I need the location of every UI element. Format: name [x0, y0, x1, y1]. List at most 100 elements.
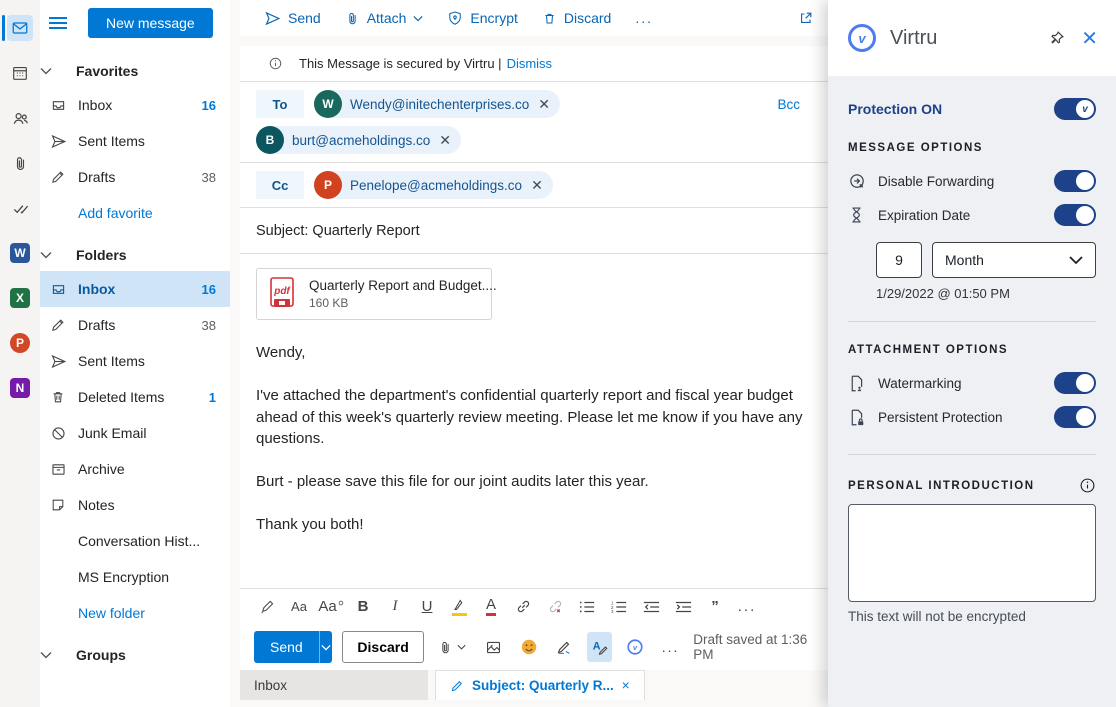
sidebar-item-deleted[interactable]: Deleted Items 1: [40, 379, 230, 415]
emoji-icon[interactable]: [516, 632, 541, 662]
close-tab-icon[interactable]: ×: [622, 678, 630, 693]
rail-people-icon[interactable]: [0, 98, 40, 138]
personal-introduction-textarea[interactable]: [848, 504, 1096, 602]
encrypt-toolbar-button[interactable]: Encrypt: [437, 5, 527, 31]
more-options-icon[interactable]: ...: [658, 632, 683, 662]
to-button[interactable]: To: [256, 90, 304, 118]
attachment-size: 160 KB: [309, 296, 497, 310]
sidebar-item-ms-encryption[interactable]: MS Encryption: [40, 559, 230, 595]
send-button[interactable]: Send: [254, 631, 319, 663]
lock-doc-icon: [848, 408, 878, 427]
disable-forwarding-toggle[interactable]: [1054, 170, 1096, 192]
favorites-header[interactable]: Favorites: [40, 55, 230, 87]
expiry-value-input[interactable]: [876, 242, 922, 278]
svg-text:v: v: [633, 643, 638, 652]
archive-icon: [40, 461, 76, 478]
remove-recipient-icon[interactable]: ✕: [439, 132, 451, 149]
font-color-icon[interactable]: A: [476, 593, 506, 621]
signature-pen-icon[interactable]: [552, 632, 577, 662]
quote-icon[interactable]: ”: [700, 593, 730, 621]
drafts-icon: [40, 169, 76, 185]
discard-button[interactable]: Discard: [342, 631, 423, 663]
sidebar-item-junk[interactable]: Junk Email: [40, 415, 230, 451]
recipient-chip[interactable]: B burt@acmeholdings.co ✕: [256, 126, 461, 154]
sidebar-item-favorites-drafts[interactable]: Drafts 38: [40, 159, 230, 195]
tab-draft-message[interactable]: Subject: Quarterly R... ×: [435, 670, 645, 700]
recipient-chip[interactable]: P Penelope@acmeholdings.co ✕: [314, 171, 553, 199]
sidebar-item-favorites-sent[interactable]: Sent Items: [40, 123, 230, 159]
persistent-protection-toggle[interactable]: [1054, 406, 1096, 428]
watermarking-toggle[interactable]: [1054, 372, 1096, 394]
dismiss-link[interactable]: Dismiss: [507, 56, 553, 71]
format-more-icon[interactable]: ...: [732, 593, 762, 621]
draft-count: 38: [202, 318, 230, 333]
rail-onenote-icon[interactable]: N: [0, 368, 40, 408]
groups-header[interactable]: Groups: [40, 639, 230, 671]
send-options-chevron[interactable]: [319, 631, 333, 663]
discard-toolbar-button[interactable]: Discard: [532, 5, 621, 31]
italic-icon[interactable]: I: [380, 593, 410, 621]
expiration-date-toggle[interactable]: [1054, 204, 1096, 226]
cc-button[interactable]: Cc: [256, 171, 304, 199]
sidebar-item-inbox[interactable]: Inbox 16: [40, 271, 230, 307]
expiry-datetime: 1/29/2022 @ 01:50 PM: [876, 286, 1096, 301]
formatting-toolbar: Aa Aa B I U A 123 ” ...: [240, 588, 828, 624]
sidebar-item-sent[interactable]: Sent Items: [40, 343, 230, 379]
add-favorite-link[interactable]: Add favorite: [40, 195, 230, 231]
format-painter-icon[interactable]: [252, 593, 282, 621]
decrease-indent-icon[interactable]: [636, 593, 666, 621]
expiry-unit-select[interactable]: Month: [932, 242, 1096, 278]
increase-indent-icon[interactable]: [668, 593, 698, 621]
rail-calendar-icon[interactable]: [0, 53, 40, 93]
bcc-link[interactable]: Bcc: [777, 97, 812, 112]
text-pen-highlighted-icon[interactable]: A: [587, 632, 612, 662]
toolbar-more-button[interactable]: ...: [625, 5, 663, 31]
new-message-button[interactable]: New message: [88, 8, 213, 38]
pin-icon[interactable]: [1048, 30, 1065, 47]
unlink-icon[interactable]: [540, 593, 570, 621]
info-icon[interactable]: [1079, 477, 1096, 494]
font-size-icon[interactable]: Aa: [316, 593, 346, 621]
close-panel-icon[interactable]: ✕: [1081, 26, 1098, 51]
rail-attachments-icon[interactable]: [0, 143, 40, 183]
info-icon: [268, 56, 283, 71]
rail-tasks-icon[interactable]: [0, 188, 40, 228]
tab-inbox[interactable]: Inbox: [240, 670, 428, 700]
rail-excel-icon[interactable]: X: [0, 278, 40, 318]
rail-powerpoint-icon[interactable]: P: [0, 323, 40, 363]
new-folder-link[interactable]: New folder: [40, 595, 230, 631]
sidebar-item-conversation-history[interactable]: Conversation Hist...: [40, 523, 230, 559]
sidebar-item-notes[interactable]: Notes: [40, 487, 230, 523]
sidebar-item-archive[interactable]: Archive: [40, 451, 230, 487]
pencil-icon: [450, 679, 464, 693]
link-icon[interactable]: [508, 593, 538, 621]
send-toolbar-button[interactable]: Send: [254, 5, 331, 32]
folders-header[interactable]: Folders: [40, 239, 230, 271]
remove-recipient-icon[interactable]: ✕: [531, 177, 543, 194]
hamburger-menu-icon[interactable]: [48, 16, 70, 30]
underline-icon[interactable]: U: [412, 593, 442, 621]
open-in-new-window-icon[interactable]: [798, 10, 814, 26]
insert-image-icon[interactable]: [481, 632, 506, 662]
bold-icon[interactable]: B: [348, 593, 378, 621]
bullet-list-icon[interactable]: [572, 593, 602, 621]
virtru-toggle-icon[interactable]: v: [622, 632, 647, 662]
rail-word-icon[interactable]: W: [0, 233, 40, 273]
svg-text:3: 3: [611, 609, 614, 614]
protection-toggle[interactable]: v: [1054, 98, 1096, 120]
sidebar-item-drafts[interactable]: Drafts 38: [40, 307, 230, 343]
attachment-card[interactable]: pdf Quarterly Report and Budget.... 160 …: [256, 268, 492, 320]
subject-field[interactable]: Subject: Quarterly Report: [240, 208, 828, 254]
divider: [848, 454, 1096, 455]
numbered-list-icon[interactable]: 123: [604, 593, 634, 621]
recipient-chip[interactable]: W Wendy@initechenterprises.co ✕: [314, 90, 560, 118]
rail-mail-icon[interactable]: [0, 8, 40, 48]
attach-toolbar-button[interactable]: Attach: [335, 5, 434, 31]
highlight-icon[interactable]: [444, 593, 474, 621]
remove-recipient-icon[interactable]: ✕: [538, 96, 550, 113]
font-icon[interactable]: Aa: [284, 593, 314, 621]
attach-file-icon[interactable]: [434, 632, 471, 662]
message-body[interactable]: Wendy, I've attached the department's co…: [240, 328, 828, 588]
sidebar-item-favorites-inbox[interactable]: Inbox 16: [40, 87, 230, 123]
unread-count: 1: [209, 390, 230, 405]
